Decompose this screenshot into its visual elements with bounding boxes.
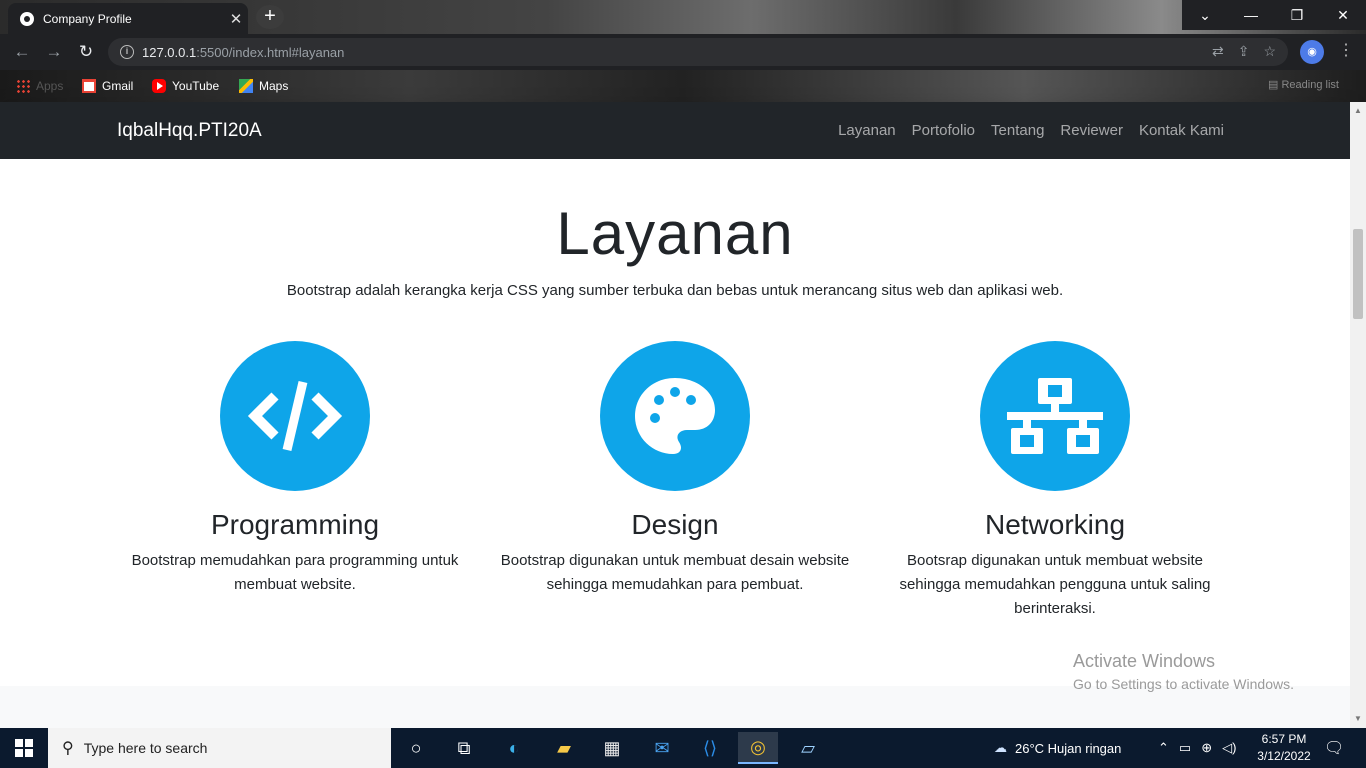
bookmarks-bar: Apps Gmail YouTube Maps ▤ Reading list xyxy=(0,70,1366,102)
nav-link-layanan[interactable]: Layanan xyxy=(838,122,896,139)
code-icon xyxy=(220,341,370,491)
reload-icon[interactable]: ↻ xyxy=(74,40,98,64)
bookmark-label: Apps xyxy=(36,79,64,93)
edge-icon[interactable]: ◐ xyxy=(494,732,534,764)
address-bar[interactable]: i 127.0.0.1:5500/index.html#layanan ⇄ ⇪ … xyxy=(108,38,1288,66)
service-text: Bootstrap memudahkan para programming un… xyxy=(131,552,459,593)
service-title: Programming xyxy=(210,509,380,540)
bookmark-youtube[interactable]: YouTube xyxy=(152,76,219,96)
bookmark-star-icon[interactable]: ☆ xyxy=(1263,43,1276,60)
share-icon[interactable]: ⇪ xyxy=(1238,43,1250,60)
cloud-icon: ☁ xyxy=(994,740,1007,755)
site-info-icon[interactable]: i xyxy=(120,45,134,59)
nav-link-kontak[interactable]: Kontak Kami xyxy=(1139,122,1224,139)
service-text: Bootsrap digunakan untuk membuat website… xyxy=(899,552,1211,617)
mail-icon[interactable]: ✉ xyxy=(642,732,682,764)
service-title: Design xyxy=(631,509,719,540)
url-host: 127.0.0.1 xyxy=(142,44,197,60)
weather-widget[interactable]: ☁ 26°C Hujan ringan xyxy=(994,728,1121,768)
battery-icon[interactable]: ▭ xyxy=(1179,740,1191,756)
site-menu: Layanan Portofolio Tentang Reviewer Kont… xyxy=(838,122,1224,139)
network-globe-icon[interactable]: ⊕ xyxy=(1201,740,1212,756)
section-lead: Bootstrap adalah kerangka kerja CSS yang… xyxy=(286,282,1064,299)
activate-windows-watermark: Activate Windows Go to Settings to activ… xyxy=(1073,651,1294,692)
service-card-design: Design Bootstrap digunakan untuk membuat… xyxy=(485,341,865,597)
windows-taskbar: ⚲ Type here to search ○ ⧉ ◐ ▰ ▦ ✉ ⟨⟩ ◎ ▱… xyxy=(0,728,1366,768)
new-tab-button[interactable]: + xyxy=(256,5,284,29)
service-title: Networking xyxy=(984,509,1126,540)
weather-text: 26°C Hujan ringan xyxy=(1015,740,1122,756)
search-placeholder: Type here to search xyxy=(83,740,208,756)
search-icon: ⚲ xyxy=(62,740,74,757)
minimize-button[interactable]: — xyxy=(1228,0,1274,30)
reading-list-button[interactable]: ▤ Reading list xyxy=(1268,78,1339,91)
volume-icon[interactable]: ◁) xyxy=(1222,740,1236,756)
scroll-up-icon[interactable]: ▲ xyxy=(1354,106,1362,115)
url-path: :5500/index.html#layanan xyxy=(196,44,345,60)
reading-list-label: Reading list xyxy=(1281,79,1339,91)
youtube-icon xyxy=(152,79,166,93)
clock-time: 6:57 PM xyxy=(1261,732,1307,746)
network-icon xyxy=(980,341,1130,491)
nav-link-portofolio[interactable]: Portofolio xyxy=(912,122,975,139)
start-button[interactable] xyxy=(0,728,48,768)
translate-icon[interactable]: ⇄ xyxy=(1212,43,1224,60)
bookmark-label: Gmail xyxy=(102,79,134,93)
bookmark-maps[interactable]: Maps xyxy=(239,76,288,96)
tab-search-icon[interactable]: ⌄ xyxy=(1182,0,1228,30)
profile-avatar[interactable]: ◉ xyxy=(1300,40,1324,64)
layanan-section: Layanan Bootstrap adalah kerangka kerja … xyxy=(0,159,1350,686)
close-window-button[interactable]: ✕ xyxy=(1320,0,1366,30)
tab-title: Company Profile xyxy=(43,11,132,26)
palette-icon xyxy=(600,341,750,491)
taskbar-clock[interactable]: 6:57 PM 3/12/2022 xyxy=(1252,731,1316,765)
next-section xyxy=(0,686,1350,728)
maps-icon xyxy=(239,79,253,93)
nav-link-tentang[interactable]: Tentang xyxy=(991,122,1044,139)
notepad-icon[interactable]: ▱ xyxy=(788,732,828,764)
taskbar-search-box[interactable]: ⚲ Type here to search xyxy=(48,728,391,768)
windows-logo-icon xyxy=(15,739,33,757)
tab-close-icon[interactable]: ✕ xyxy=(224,10,248,28)
vscode-icon[interactable]: ⟨⟩ xyxy=(690,732,730,764)
scrollbar-thumb[interactable] xyxy=(1353,229,1363,319)
service-card-networking: Networking Bootsrap digunakan untuk memb… xyxy=(865,341,1245,621)
store-icon[interactable]: ▦ xyxy=(592,732,632,764)
reading-list-icon: ▤ xyxy=(1268,79,1279,91)
bookmark-gmail[interactable]: Gmail xyxy=(82,76,133,96)
browser-tab-active[interactable]: Company Profile ✕ xyxy=(8,3,248,34)
watermark-subtitle: Go to Settings to activate Windows. xyxy=(1073,676,1294,692)
back-arrow-icon[interactable]: ← xyxy=(10,40,34,64)
browser-toolbar: ← → ↻ i 127.0.0.1:5500/index.html#layana… xyxy=(0,34,1366,70)
browser-menu-icon[interactable]: ⋮ xyxy=(1338,40,1354,60)
section-title: Layanan xyxy=(556,200,794,267)
bookmark-label: YouTube xyxy=(172,79,220,93)
apps-grid-icon xyxy=(16,79,30,93)
system-tray: ⌃ ▭ ⊕ ◁) xyxy=(1158,728,1236,768)
site-brand[interactable]: IqbalHqq.PTI20A xyxy=(117,120,262,142)
watermark-title: Activate Windows xyxy=(1073,651,1216,671)
clock-date: 3/12/2022 xyxy=(1257,749,1311,763)
notification-icon[interactable]: 🗨 xyxy=(1324,728,1344,768)
browser-tab-strip: Company Profile ✕ + ⌄ — ❐ ✕ xyxy=(0,0,1366,34)
gmail-icon xyxy=(82,79,96,93)
restore-button[interactable]: ❐ xyxy=(1274,0,1320,30)
task-view-icon[interactable]: ⧉ xyxy=(444,732,484,764)
tray-chevron-icon[interactable]: ⌃ xyxy=(1158,740,1169,756)
forward-arrow-icon[interactable]: → xyxy=(42,40,66,64)
globe-icon xyxy=(20,11,34,26)
scroll-down-icon[interactable]: ▼ xyxy=(1354,714,1362,723)
site-navbar: IqbalHqq.PTI20A Layanan Portofolio Tenta… xyxy=(0,102,1350,159)
chrome-icon[interactable]: ◎ xyxy=(738,732,778,764)
file-explorer-icon[interactable]: ▰ xyxy=(544,732,584,764)
bookmark-label: Maps xyxy=(259,79,289,93)
nav-link-reviewer[interactable]: Reviewer xyxy=(1060,122,1123,139)
page-scrollbar[interactable]: ▲ ▼ xyxy=(1350,102,1366,728)
service-text: Bootstrap digunakan untuk membuat desain… xyxy=(500,552,850,593)
bookmark-apps[interactable]: Apps xyxy=(16,76,63,96)
service-card-programming: Programming Bootstrap memudahkan para pr… xyxy=(105,341,485,597)
cortana-icon[interactable]: ○ xyxy=(396,732,436,764)
